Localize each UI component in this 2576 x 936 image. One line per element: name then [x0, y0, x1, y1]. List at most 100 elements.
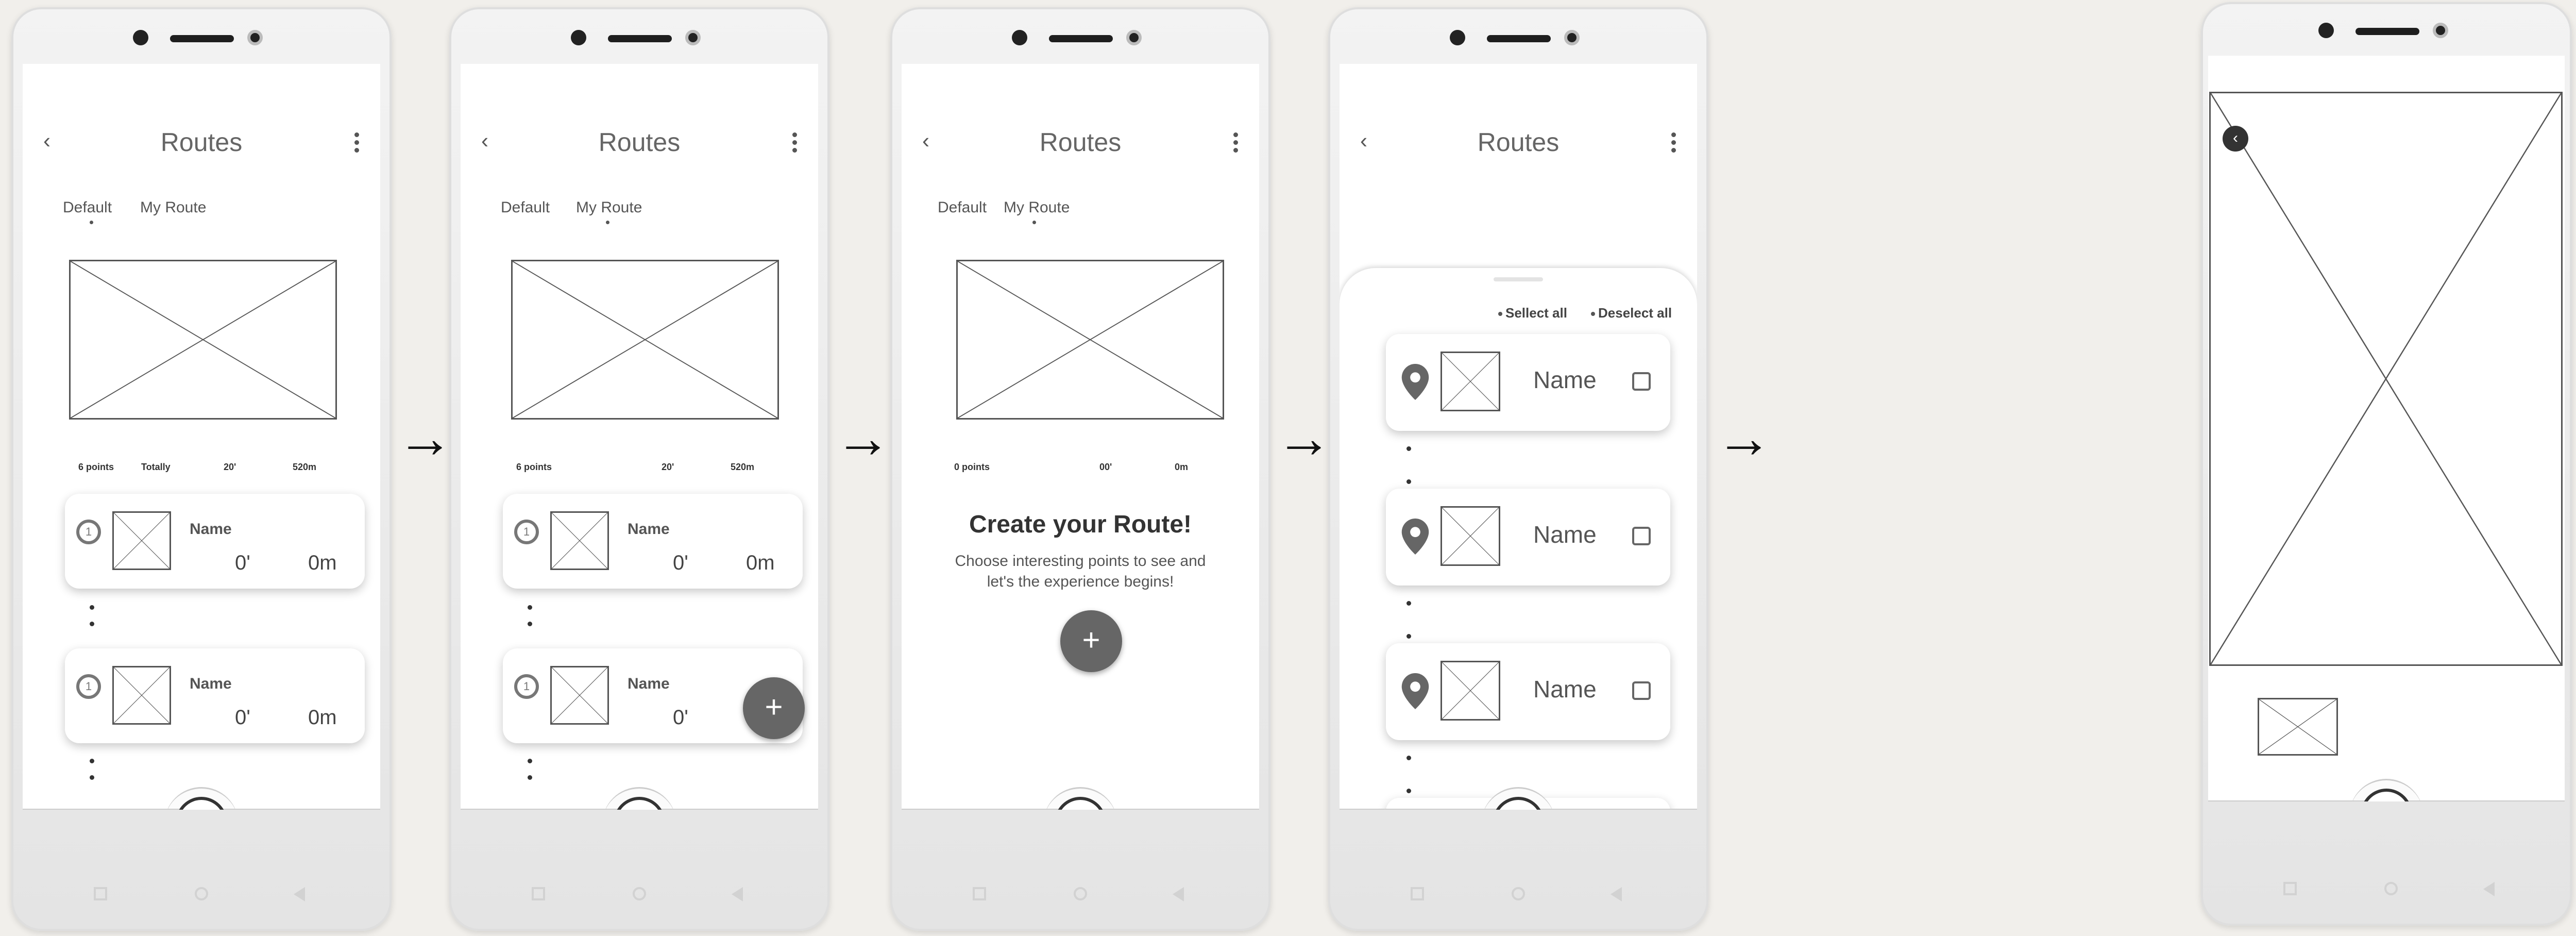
- back-icon[interactable]: ‹: [2223, 126, 2248, 152]
- page-title: Routes: [160, 128, 243, 157]
- connector-dot: [90, 759, 94, 763]
- location-pin-icon: [1401, 364, 1429, 400]
- map-image-placeholder: [69, 260, 337, 420]
- connector-dot: [90, 775, 94, 780]
- back-softkey-icon[interactable]: [2483, 882, 2495, 896]
- phone-screen-6: ‹ ⌂ ⚲ ☷ ✦ ⌂: [2201, 2, 2572, 926]
- selectable-point-card[interactable]: Name: [1386, 643, 1670, 740]
- phone-screen-1: ‹ Routes Default My Route 6 points Total…: [11, 7, 392, 931]
- phone-top: [890, 7, 1270, 64]
- route-point-card[interactable]: 1 Name 0' 0m: [65, 648, 365, 743]
- stat-time: 20': [224, 462, 236, 472]
- screen: ‹ Routes Sellect all Deselect all Name N…: [1340, 64, 1697, 810]
- phone-softkeys: [2201, 861, 2572, 926]
- point-image-placeholder: [1440, 661, 1500, 721]
- thumbnail-image-placeholder[interactable]: [2258, 698, 2338, 756]
- stat-distance: 520m: [293, 462, 317, 472]
- more-vertical-icon[interactable]: [1233, 132, 1239, 156]
- connector-dot: [528, 775, 532, 780]
- selectable-point-card[interactable]: Name: [1386, 489, 1670, 586]
- phone-top: [1328, 7, 1708, 64]
- tab-indicator: [606, 221, 609, 224]
- app-header: ‹ Routes: [23, 123, 380, 159]
- back-softkey-icon[interactable]: [1611, 887, 1622, 901]
- stat-points: 0 points: [954, 462, 990, 472]
- point-number: 1: [514, 520, 539, 544]
- deselect-all-button[interactable]: Deselect all: [1591, 305, 1672, 321]
- recent-apps-icon[interactable]: [2283, 882, 2297, 895]
- more-vertical-icon[interactable]: [792, 132, 798, 156]
- location-pin-icon: [1401, 519, 1429, 555]
- add-point-button[interactable]: +: [743, 677, 805, 739]
- recent-apps-icon[interactable]: [1411, 887, 1424, 900]
- connector-dot: [528, 759, 532, 763]
- point-name: Name: [1533, 676, 1597, 703]
- tab-indicator: [1032, 221, 1036, 224]
- stat-distance: 520m: [731, 462, 755, 472]
- phone-softkeys: [449, 866, 829, 931]
- point-time: 0': [673, 706, 688, 729]
- tab-default[interactable]: Default: [938, 199, 987, 216]
- phone-top: [11, 7, 392, 64]
- point-name: Name: [1533, 366, 1597, 393]
- back-softkey-icon[interactable]: [1173, 887, 1184, 901]
- phone-top: [2201, 2, 2572, 59]
- more-vertical-icon[interactable]: [1671, 132, 1676, 156]
- point-checkbox[interactable]: [1632, 372, 1651, 391]
- tab-default[interactable]: Default: [501, 199, 550, 216]
- point-name: Name: [190, 521, 232, 538]
- add-point-button[interactable]: +: [1060, 610, 1122, 672]
- camera: [1012, 30, 1027, 45]
- camera: [133, 30, 148, 45]
- recent-apps-icon[interactable]: [94, 887, 107, 900]
- more-vertical-icon[interactable]: [354, 132, 360, 156]
- route-point-card[interactable]: 1 Name 0' 0m: [503, 494, 803, 589]
- empty-state-title: Create your Route!: [969, 511, 1192, 538]
- point-time: 0': [235, 551, 250, 574]
- home-softkey-icon[interactable]: [633, 887, 646, 900]
- point-checkbox[interactable]: [1632, 681, 1651, 700]
- recent-apps-icon[interactable]: [532, 887, 545, 900]
- point-image-placeholder: [112, 511, 171, 570]
- home-softkey-icon[interactable]: [195, 887, 208, 900]
- point-image-placeholder: [550, 666, 609, 725]
- home-softkey-icon[interactable]: [2384, 882, 2398, 895]
- camera-sensor: [247, 30, 263, 45]
- page-title: Routes: [1477, 128, 1560, 157]
- stat-time: 00': [1099, 462, 1112, 472]
- camera-sensor: [1564, 30, 1580, 45]
- empty-state-subtitle: Choose interesting points to see and let…: [955, 553, 1206, 590]
- connector-dot: [1406, 446, 1411, 451]
- camera-sensor: [1126, 30, 1142, 45]
- point-name: Name: [628, 675, 670, 692]
- home-softkey-icon[interactable]: [1512, 887, 1525, 900]
- phone-softkeys: [1328, 866, 1708, 931]
- route-point-card[interactable]: 1 Name 0' 0m: [65, 494, 365, 589]
- route-tabs: Default My Route: [461, 199, 818, 224]
- tab-my-route[interactable]: My Route: [140, 199, 206, 216]
- back-softkey-icon[interactable]: [294, 887, 305, 901]
- map-image-placeholder: [511, 260, 779, 420]
- recent-apps-icon[interactable]: [973, 887, 986, 900]
- tab-my-route[interactable]: My Route: [576, 199, 642, 216]
- sheet-handle[interactable]: [1494, 277, 1543, 281]
- point-number: 1: [514, 674, 539, 699]
- stat-totally: Totally: [141, 462, 171, 472]
- camera: [1450, 30, 1465, 45]
- fullscreen-image-placeholder: [2209, 92, 2563, 666]
- screen: ‹ ⌂ ⚲ ☷ ✦ ⌂: [2208, 56, 2565, 801]
- connector-dot: [1406, 756, 1411, 760]
- route-tabs: Default My Route: [902, 199, 1259, 224]
- select-all-button[interactable]: Sellect all: [1498, 305, 1567, 321]
- selectable-point-card[interactable]: Name: [1386, 334, 1670, 431]
- point-number: 1: [76, 674, 101, 699]
- speaker: [608, 35, 672, 42]
- tab-default[interactable]: Default: [63, 199, 112, 216]
- point-checkbox[interactable]: [1632, 527, 1651, 545]
- point-image-placeholder: [112, 666, 171, 725]
- back-softkey-icon[interactable]: [732, 887, 743, 901]
- page-title: Routes: [598, 128, 681, 157]
- speaker: [170, 35, 234, 42]
- tab-my-route[interactable]: My Route: [1004, 199, 1070, 216]
- home-softkey-icon[interactable]: [1074, 887, 1087, 900]
